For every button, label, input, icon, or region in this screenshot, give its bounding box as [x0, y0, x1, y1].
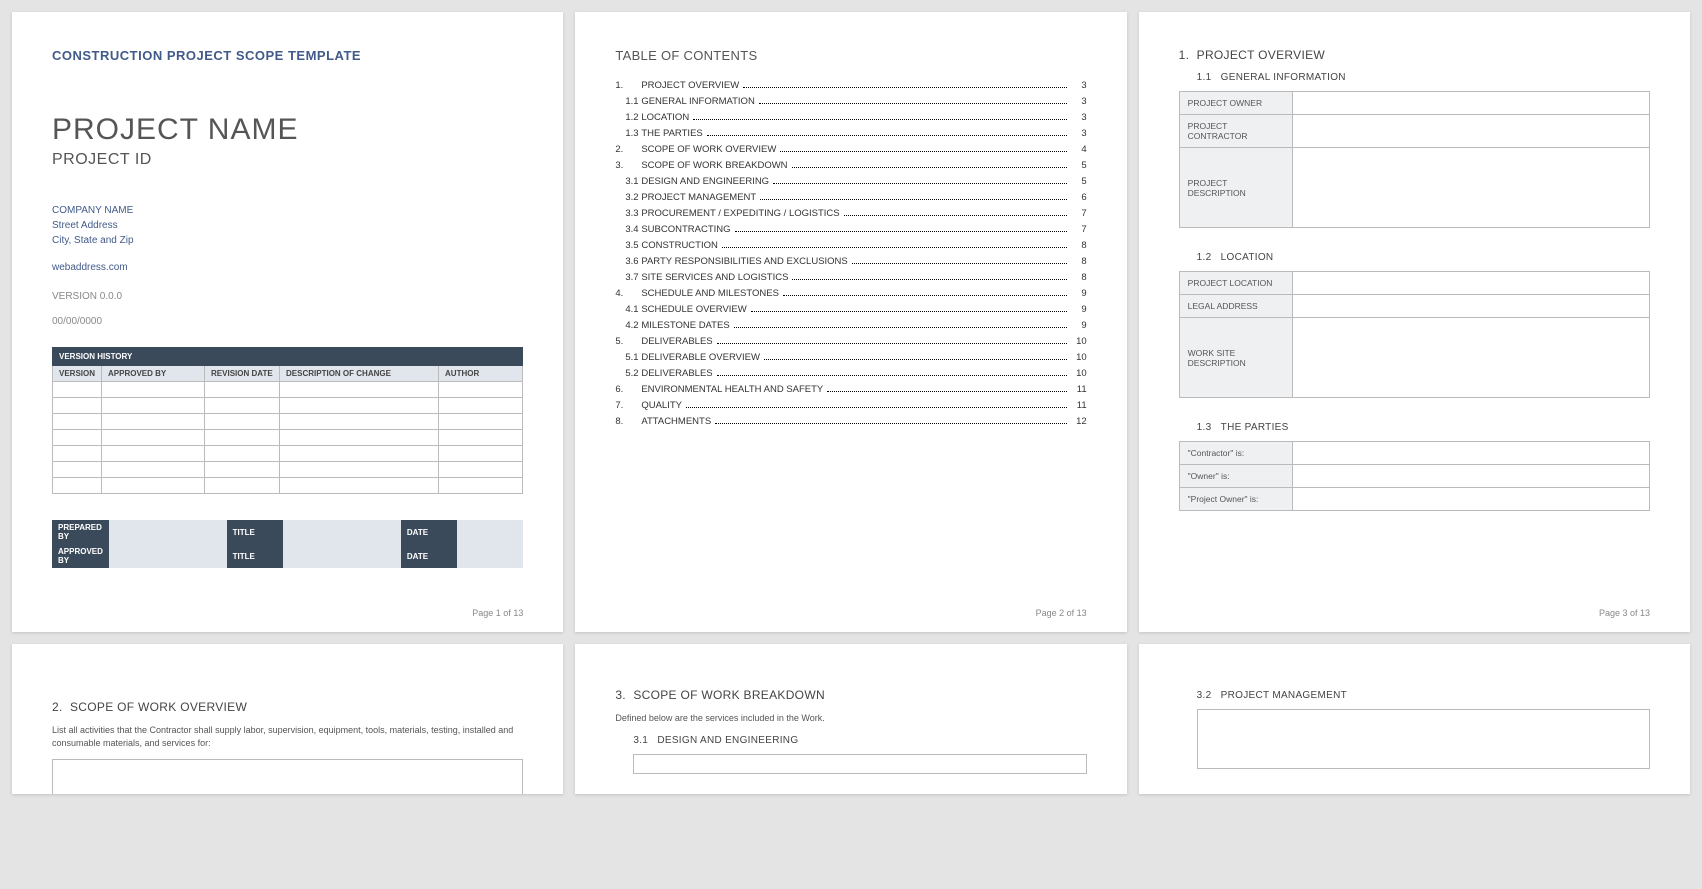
- page-footer: Page 3 of 13: [1599, 608, 1650, 618]
- document-page-3: 1.PROJECT OVERVIEW 1.1GENERAL INFORMATIO…: [1139, 12, 1690, 632]
- section-3-heading: 3.SCOPE OF WORK BREAKDOWN: [615, 688, 1086, 702]
- prepared-by-value: [109, 520, 227, 544]
- toc-entry: 5.DELIVERABLES10: [615, 333, 1086, 349]
- section-1-3-heading: 1.3THE PARTIES: [1179, 422, 1650, 433]
- date-value-1: [457, 520, 523, 544]
- document-page-6: 3.2PROJECT MANAGEMENT: [1139, 644, 1690, 794]
- project-name: PROJECT NAME: [52, 113, 523, 147]
- section-3-1-heading: 3.1DESIGN AND ENGINEERING: [615, 735, 1086, 746]
- date-value-2: [457, 544, 523, 568]
- toc-entry: 3.1DESIGN AND ENGINEERING5: [615, 173, 1086, 189]
- signature-table: PREPARED BY TITLE DATE APPROVED BY TITLE…: [52, 520, 523, 568]
- row-project-contractor: PROJECT CONTRACTOR: [1179, 115, 1292, 148]
- date-label-1: DATE: [401, 520, 458, 544]
- toc-entry: 4.2MILESTONE DATES9: [615, 317, 1086, 333]
- row-contractor-is: "Contractor" is:: [1179, 442, 1292, 465]
- parties-table: "Contractor" is: "Owner" is: "Project Ow…: [1179, 441, 1650, 511]
- section-3-body: Defined below are the services included …: [615, 712, 1086, 725]
- toc-title: TABLE OF CONTENTS: [615, 48, 1086, 63]
- toc-entry: 2.SCOPE OF WORK OVERVIEW4: [615, 141, 1086, 157]
- col-version: VERSION: [53, 366, 102, 382]
- scope-overview-box: [52, 759, 523, 794]
- section-2-heading: 2.SCOPE OF WORK OVERVIEW: [52, 700, 523, 714]
- toc-entry: 6.ENVIRONMENTAL HEALTH AND SAFETY11: [615, 381, 1086, 397]
- date-label: 00/00/0000: [52, 316, 523, 327]
- company-block: COMPANY NAME Street Address City, State …: [52, 203, 523, 248]
- section-3-2-heading: 3.2PROJECT MANAGEMENT: [1179, 690, 1650, 701]
- toc-entry: 3.4SUBCONTRACTING7: [615, 221, 1086, 237]
- document-page-1: CONSTRUCTION PROJECT SCOPE TEMPLATE PROJ…: [12, 12, 563, 632]
- title-value-1: [283, 520, 401, 544]
- street-address: Street Address: [52, 218, 523, 233]
- approved-by-value: [109, 544, 227, 568]
- document-page-4: 2.SCOPE OF WORK OVERVIEW List all activi…: [12, 644, 563, 794]
- row-work-site-description: WORK SITE DESCRIPTION: [1179, 318, 1292, 398]
- document-page-5: 3.SCOPE OF WORK BREAKDOWN Defined below …: [575, 644, 1126, 794]
- toc-entry: 3.5CONSTRUCTION8: [615, 237, 1086, 253]
- date-label-2: DATE: [401, 544, 458, 568]
- toc-entry: 5.1DELIVERABLE OVERVIEW10: [615, 349, 1086, 365]
- toc-entry: 1.2LOCATION3: [615, 109, 1086, 125]
- approved-by-label: APPROVED BY: [52, 544, 109, 568]
- toc-entry: 4.SCHEDULE AND MILESTONES9: [615, 285, 1086, 301]
- table-row: [53, 414, 523, 430]
- col-approved: APPROVED BY: [102, 366, 205, 382]
- title-value-2: [283, 544, 401, 568]
- title-label-2: TITLE: [227, 544, 284, 568]
- toc-entry: 7.QUALITY11: [615, 397, 1086, 413]
- row-project-owner: PROJECT OWNER: [1179, 92, 1292, 115]
- row-project-owner-is: "Project Owner" is:: [1179, 488, 1292, 511]
- design-engineering-box: [633, 754, 1086, 774]
- section-1-2-heading: 1.2LOCATION: [1179, 252, 1650, 263]
- row-project-location: PROJECT LOCATION: [1179, 272, 1292, 295]
- page-footer: Page 2 of 13: [1036, 608, 1087, 618]
- prepared-by-label: PREPARED BY: [52, 520, 109, 544]
- toc-entry: 8.ATTACHMENTS12: [615, 413, 1086, 429]
- web-address: webaddress.com: [52, 262, 523, 273]
- col-revision-date: REVISION DATE: [205, 366, 280, 382]
- project-id: PROJECT ID: [52, 151, 523, 169]
- company-name: COMPANY NAME: [52, 203, 523, 218]
- general-info-table: PROJECT OWNER PROJECT CONTRACTOR PROJECT…: [1179, 91, 1650, 228]
- template-title: CONSTRUCTION PROJECT SCOPE TEMPLATE: [52, 48, 523, 63]
- city-state-zip: City, State and Zip: [52, 233, 523, 248]
- toc-entry: 3.3PROCUREMENT / EXPEDITING / LOGISTICS7: [615, 205, 1086, 221]
- row-legal-address: LEGAL ADDRESS: [1179, 295, 1292, 318]
- col-description: DESCRIPTION OF CHANGE: [280, 366, 439, 382]
- version-history-body: [53, 382, 523, 494]
- toc-entry: 5.2DELIVERABLES10: [615, 365, 1086, 381]
- toc-entry: 1.3THE PARTIES3: [615, 125, 1086, 141]
- toc-entry: 3.6PARTY RESPONSIBILITIES AND EXCLUSIONS…: [615, 253, 1086, 269]
- title-label-1: TITLE: [227, 520, 284, 544]
- version-history-table: VERSION HISTORY VERSION APPROVED BY REVI…: [52, 347, 523, 494]
- section-1-heading: 1.PROJECT OVERVIEW: [1179, 48, 1650, 62]
- toc-entry: 1.PROJECT OVERVIEW3: [615, 77, 1086, 93]
- table-row: [53, 398, 523, 414]
- table-row: [53, 478, 523, 494]
- version-history-title: VERSION HISTORY: [53, 348, 523, 366]
- toc-entry: 1.1GENERAL INFORMATION3: [615, 93, 1086, 109]
- toc-list: 1.PROJECT OVERVIEW31.1GENERAL INFORMATIO…: [615, 77, 1086, 429]
- toc-entry: 3.7SITE SERVICES AND LOGISTICS8: [615, 269, 1086, 285]
- table-row: [53, 446, 523, 462]
- toc-entry: 4.1SCHEDULE OVERVIEW9: [615, 301, 1086, 317]
- page-footer: Page 1 of 13: [472, 608, 523, 618]
- section-1-1-heading: 1.1GENERAL INFORMATION: [1179, 72, 1650, 83]
- table-row: [53, 430, 523, 446]
- section-2-body: List all activities that the Contractor …: [52, 724, 523, 749]
- version-label: VERSION 0.0.0: [52, 291, 523, 302]
- toc-entry: 3.SCOPE OF WORK BREAKDOWN5: [615, 157, 1086, 173]
- location-table: PROJECT LOCATION LEGAL ADDRESS WORK SITE…: [1179, 271, 1650, 398]
- col-author: AUTHOR: [439, 366, 523, 382]
- row-owner-is: "Owner" is:: [1179, 465, 1292, 488]
- project-management-box: [1197, 709, 1650, 769]
- row-project-description: PROJECT DESCRIPTION: [1179, 148, 1292, 228]
- document-page-2: TABLE OF CONTENTS 1.PROJECT OVERVIEW31.1…: [575, 12, 1126, 632]
- table-row: [53, 462, 523, 478]
- toc-entry: 3.2PROJECT MANAGEMENT6: [615, 189, 1086, 205]
- table-row: [53, 382, 523, 398]
